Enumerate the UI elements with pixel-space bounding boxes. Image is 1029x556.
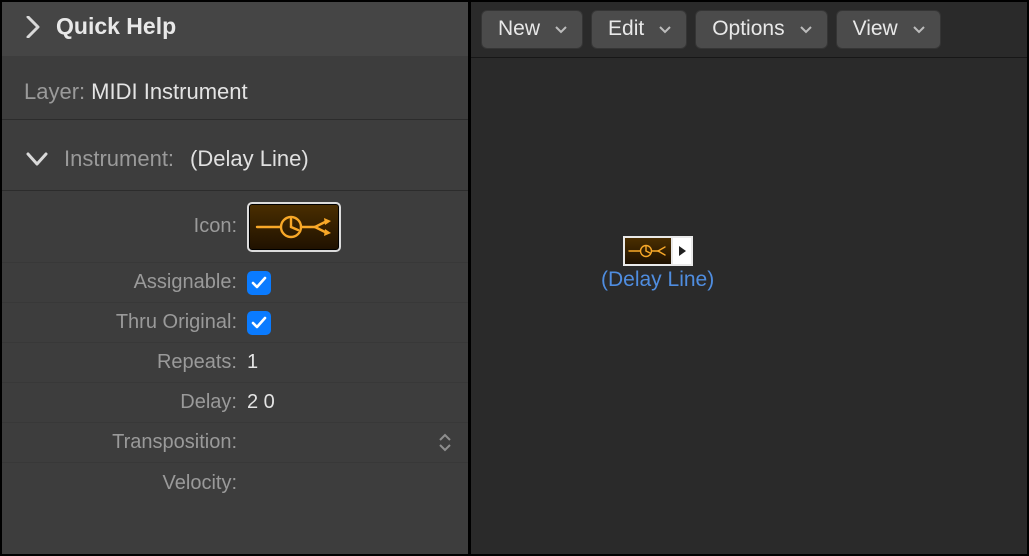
options-menu-button[interactable]: Options — [695, 10, 827, 49]
chevron-down-icon — [912, 25, 926, 34]
chevron-right-icon — [26, 16, 40, 38]
transposition-label: Transposition: — [2, 431, 237, 454]
layer-value: MIDI Instrument — [91, 79, 247, 105]
environment-canvas[interactable]: (Delay Line) — [471, 58, 1027, 554]
prop-row-thru-original: Thru Original: — [2, 303, 468, 343]
repeats-label: Repeats: — [2, 351, 237, 374]
assignable-label: Assignable: — [2, 271, 237, 294]
check-icon — [250, 274, 268, 292]
layer-row[interactable]: Layer: MIDI Instrument — [2, 56, 468, 120]
chevron-down-icon — [26, 152, 48, 166]
environment-panel: New Edit Options View — [468, 2, 1027, 554]
delay-value: 2 0 — [247, 391, 275, 414]
instrument-icon-selector[interactable] — [247, 202, 341, 252]
prop-row-delay[interactable]: Delay: 2 0 — [2, 383, 468, 423]
edit-menu-button[interactable]: Edit — [591, 10, 687, 49]
triangle-right-icon — [677, 245, 687, 257]
delay-line-icon — [625, 238, 673, 264]
new-menu-button[interactable]: New — [481, 10, 583, 49]
thru-original-checkbox[interactable] — [247, 311, 271, 335]
quick-help-header[interactable]: Quick Help — [2, 2, 468, 56]
delay-line-icon — [255, 210, 333, 244]
instrument-label: Instrument: — [64, 146, 174, 172]
prop-row-icon: Icon: — [2, 191, 468, 263]
instrument-value: (Delay Line) — [190, 146, 309, 172]
velocity-label: Velocity: — [2, 472, 237, 495]
view-menu-button[interactable]: View — [836, 10, 941, 49]
delay-line-node[interactable]: (Delay Line) — [601, 236, 714, 292]
chevron-down-icon — [438, 444, 452, 452]
instrument-section-header[interactable]: Instrument: (Delay Line) — [2, 120, 468, 191]
layer-label: Layer: — [24, 79, 85, 105]
prop-row-velocity[interactable]: Velocity: — [2, 463, 468, 503]
thru-original-label: Thru Original: — [2, 311, 237, 334]
transposition-stepper[interactable] — [438, 433, 452, 452]
check-icon — [250, 314, 268, 332]
node-output-port[interactable] — [673, 238, 691, 264]
chevron-up-icon — [438, 433, 452, 441]
options-label: Options — [712, 17, 784, 41]
icon-prop-label: Icon: — [2, 215, 237, 238]
quick-help-title: Quick Help — [56, 13, 176, 40]
chevron-down-icon — [554, 25, 568, 34]
prop-row-assignable: Assignable: — [2, 263, 468, 303]
prop-row-transposition[interactable]: Transposition: — [2, 423, 468, 463]
chevron-down-icon — [799, 25, 813, 34]
node-label: (Delay Line) — [601, 268, 714, 292]
prop-row-repeats[interactable]: Repeats: 1 — [2, 343, 468, 383]
chevron-down-icon — [658, 25, 672, 34]
edit-label: Edit — [608, 17, 644, 41]
inspector-panel: Quick Help Layer: MIDI Instrument Instru… — [2, 2, 468, 554]
environment-toolbar: New Edit Options View — [471, 2, 1027, 58]
delay-label: Delay: — [2, 391, 237, 414]
repeats-value: 1 — [247, 351, 258, 374]
assignable-checkbox[interactable] — [247, 271, 271, 295]
view-label: View — [853, 17, 898, 41]
new-label: New — [498, 17, 540, 41]
